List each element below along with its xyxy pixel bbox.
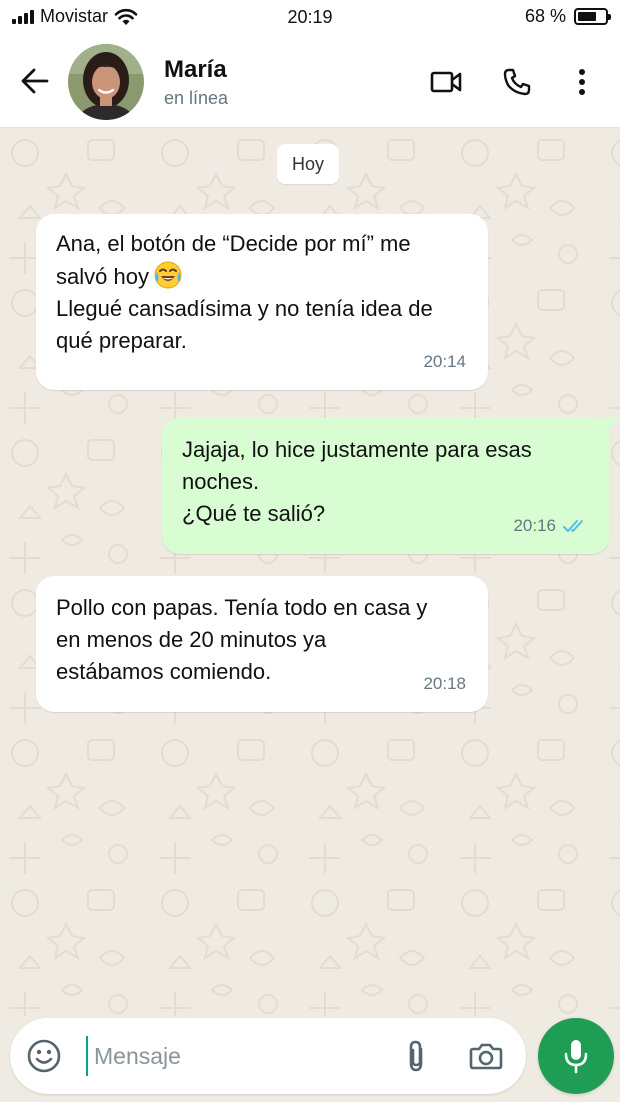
- video-call-icon: [430, 71, 462, 93]
- message-bubble-incoming[interactable]: Pollo con papas. Tenía todo en casa y en…: [36, 576, 488, 712]
- contact-avatar[interactable]: [68, 44, 144, 120]
- battery-icon: [574, 8, 611, 25]
- status-bar-right: 68 %: [524, 6, 611, 27]
- back-button[interactable]: [16, 64, 54, 98]
- message-composer: [10, 1018, 526, 1094]
- status-bar: Movistar 20:19 68 %: [0, 0, 620, 36]
- paperclip-icon: [409, 1040, 423, 1072]
- contact-name[interactable]: María: [164, 56, 227, 84]
- message-text: Pollo con papas. Tenía todo en casa y en…: [56, 595, 428, 684]
- contact-status: en línea: [164, 88, 229, 108]
- double-check-read-icon: [563, 520, 583, 532]
- voice-message-button[interactable]: [538, 1018, 614, 1094]
- message-time: 20:18: [423, 674, 466, 693]
- more-options-button[interactable]: [562, 62, 602, 102]
- voice-call-button[interactable]: [497, 62, 537, 102]
- message-text: Ana, el botón de “Decide por mí” me salv…: [56, 228, 468, 357]
- text-cursor: [86, 1036, 88, 1076]
- phone-call-icon: [503, 68, 531, 96]
- battery-level-fill: [578, 12, 596, 21]
- battery-percent: 68 %: [524, 6, 566, 26]
- camera-button[interactable]: [466, 1036, 506, 1076]
- video-call-button[interactable]: [426, 62, 466, 102]
- message-bubble-outgoing[interactable]: Jajaja, lo hice justamente para esas noc…: [162, 418, 620, 554]
- date-separator: Hoy: [277, 144, 340, 184]
- emoji-button[interactable]: [26, 1038, 62, 1074]
- attach-button[interactable]: [396, 1036, 436, 1076]
- message-time: 20:14: [423, 352, 466, 371]
- more-options-icon: [579, 69, 585, 95]
- message-meta: 20:14: [423, 346, 466, 378]
- message-input[interactable]: [94, 1036, 384, 1076]
- message-bubble-incoming[interactable]: Ana, el botón de “Decide por mí” me salv…: [36, 214, 488, 390]
- avatar-photo: [68, 44, 144, 120]
- message-text-part: Llegué cansadísima y no tenía idea de qu…: [56, 296, 433, 353]
- chat-area[interactable]: Hoy Ana, el botón de “Decide por mí” me …: [0, 128, 620, 1016]
- message-text-part: Ana, el botón de “Decide por mí” me salv…: [56, 231, 411, 289]
- face-with-tears-of-joy-icon: [154, 261, 182, 289]
- chat-header: María en línea: [0, 36, 620, 128]
- message-meta: 20:18: [423, 668, 466, 700]
- camera-icon: [469, 1043, 503, 1070]
- back-arrow-icon: [21, 68, 49, 94]
- message-time: 20:16: [513, 516, 556, 535]
- message-meta: 20:16: [513, 510, 588, 542]
- microphone-icon: [564, 1040, 588, 1074]
- emoji-icon: [27, 1039, 61, 1073]
